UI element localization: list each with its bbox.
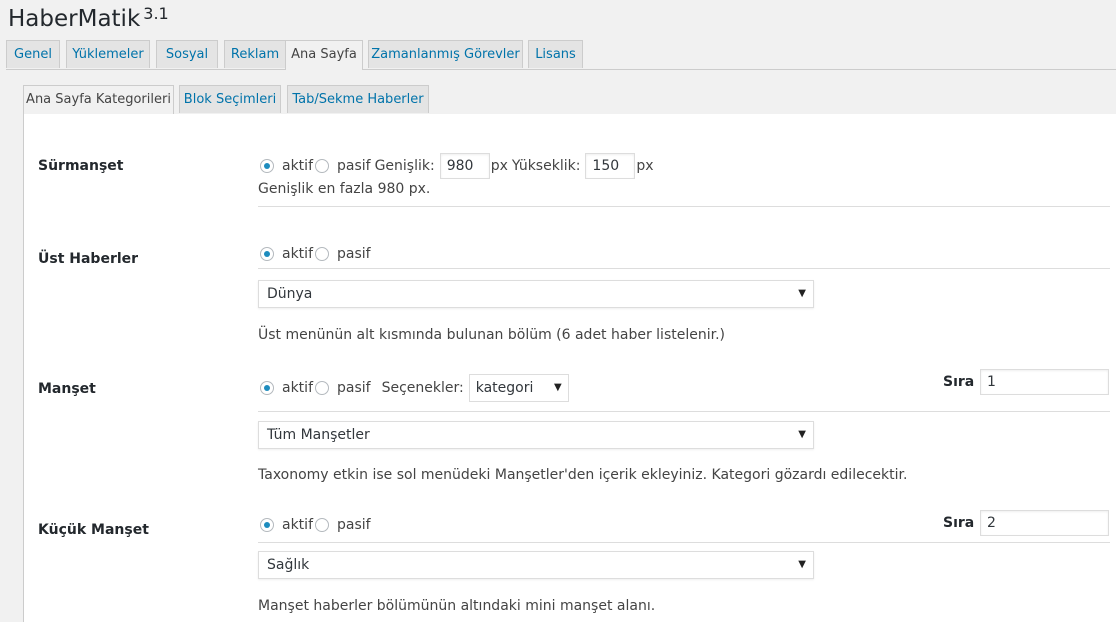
manset-pasif-radio[interactable] bbox=[315, 381, 329, 395]
ust-haberler-category-select[interactable]: Dünya ▼ bbox=[258, 280, 814, 308]
app-name: HaberMatik bbox=[8, 6, 141, 32]
kucuk-manset-aktif-radio[interactable] bbox=[260, 518, 274, 532]
divider bbox=[258, 411, 1110, 412]
kucuk-manset-pasif-radio[interactable] bbox=[315, 518, 329, 532]
tab-yuklemeler[interactable]: Yüklemeler bbox=[66, 40, 150, 68]
dropdown-arrow-icon: ▼ bbox=[554, 382, 562, 393]
ust-haberler-help: Üst menünün alt kısmında bulunan bölüm (… bbox=[258, 327, 725, 343]
dropdown-arrow-icon: ▼ bbox=[798, 429, 806, 440]
ust-haberler-pasif-radio[interactable] bbox=[315, 247, 329, 261]
divider bbox=[258, 268, 1110, 269]
tab-ana-sayfa-kategorileri[interactable]: Ana Sayfa Kategorileri bbox=[23, 85, 174, 115]
tab-zamanlanmis-gorevler[interactable]: Zamanlanmış Görevler bbox=[368, 40, 523, 68]
height-input[interactable]: 150 bbox=[585, 153, 636, 179]
tab-reklam[interactable]: Reklam bbox=[224, 40, 286, 68]
surmanset-controls: aktif pasif Genişlik: 980 px Yükseklik: … bbox=[258, 153, 654, 179]
surmanset-pasif-radio[interactable] bbox=[315, 159, 329, 173]
width-label: Genişlik: bbox=[374, 158, 435, 174]
kucuk-manset-category-select[interactable]: Sağlık ▼ bbox=[258, 551, 814, 579]
kucuk-manset-sira-label: Sıra bbox=[943, 515, 975, 531]
aktif-label: aktif bbox=[282, 158, 313, 174]
surmanset-aktif-radio[interactable] bbox=[260, 159, 274, 173]
manset-controls: aktif pasif Seçenekler: kategori ▼ bbox=[258, 374, 569, 402]
options-label: Seçenekler: bbox=[381, 380, 464, 396]
manset-label: Manşet bbox=[38, 381, 96, 397]
select-value: Sağlık bbox=[267, 557, 310, 573]
width-input[interactable]: 980 bbox=[439, 153, 490, 179]
tab-sosyal[interactable]: Sosyal bbox=[156, 40, 218, 68]
manset-options-select[interactable]: kategori ▼ bbox=[468, 374, 569, 402]
surmanset-label: Sürmanşet bbox=[38, 158, 124, 174]
kucuk-manset-sira-input[interactable]: 2 bbox=[980, 510, 1109, 536]
pasif-label: pasif bbox=[337, 517, 371, 533]
manset-aktif-radio[interactable] bbox=[260, 381, 274, 395]
dropdown-arrow-icon: ▼ bbox=[798, 559, 806, 570]
pasif-label: pasif bbox=[337, 380, 371, 396]
tab-ana-sayfa[interactable]: Ana Sayfa bbox=[285, 40, 363, 70]
kucuk-manset-label: Küçük Manşet bbox=[38, 522, 149, 538]
main-tab-bar: Genel Yüklemeler Sosyal Reklam Ana Sayfa… bbox=[6, 40, 1116, 70]
select-value: kategori bbox=[475, 380, 534, 396]
aktif-label: aktif bbox=[282, 246, 313, 262]
tab-blok-secimleri[interactable]: Blok Seçimleri bbox=[179, 85, 281, 113]
app-version: 3.1 bbox=[143, 4, 169, 23]
ust-haberler-aktif-radio[interactable] bbox=[260, 247, 274, 261]
manset-help: Taxonomy etkin ise sol menüdeki Manşetle… bbox=[258, 467, 908, 483]
tab-genel[interactable]: Genel bbox=[6, 40, 60, 68]
ust-haberler-label: Üst Haberler bbox=[38, 251, 139, 267]
manset-category-select[interactable]: Tüm Manşetler ▼ bbox=[258, 421, 814, 449]
select-value: Dünya bbox=[267, 286, 313, 302]
select-value: Tüm Manşetler bbox=[267, 427, 370, 443]
divider bbox=[258, 206, 1110, 207]
surmanset-help: Genişlik en fazla 980 px. bbox=[258, 181, 431, 197]
kucuk-manset-controls: aktif pasif bbox=[258, 514, 371, 536]
kucuk-manset-help: Manşet haberler bölümünün altındaki mini… bbox=[258, 598, 656, 614]
aktif-label: aktif bbox=[282, 517, 313, 533]
width-unit: px bbox=[490, 158, 508, 174]
ust-haberler-controls: aktif pasif bbox=[258, 243, 371, 265]
aktif-label: aktif bbox=[282, 380, 313, 396]
divider bbox=[258, 542, 1110, 543]
pasif-label: pasif bbox=[337, 158, 371, 174]
height-unit: px bbox=[636, 158, 654, 174]
dropdown-arrow-icon: ▼ bbox=[798, 288, 806, 299]
pasif-label: pasif bbox=[337, 246, 371, 262]
manset-sira-label: Sıra bbox=[943, 374, 975, 390]
height-label: Yükseklik: bbox=[511, 158, 581, 174]
manset-sira-input[interactable]: 1 bbox=[980, 369, 1109, 395]
tab-lisans[interactable]: Lisans bbox=[528, 40, 583, 68]
page-title: HaberMatik 3.1 bbox=[8, 4, 169, 32]
tab-sekme-haberler[interactable]: Tab/Sekme Haberler bbox=[287, 85, 429, 113]
sub-tab-bar: Ana Sayfa Kategorileri Blok Seçimleri Ta… bbox=[23, 85, 1116, 115]
settings-panel bbox=[23, 114, 1116, 622]
